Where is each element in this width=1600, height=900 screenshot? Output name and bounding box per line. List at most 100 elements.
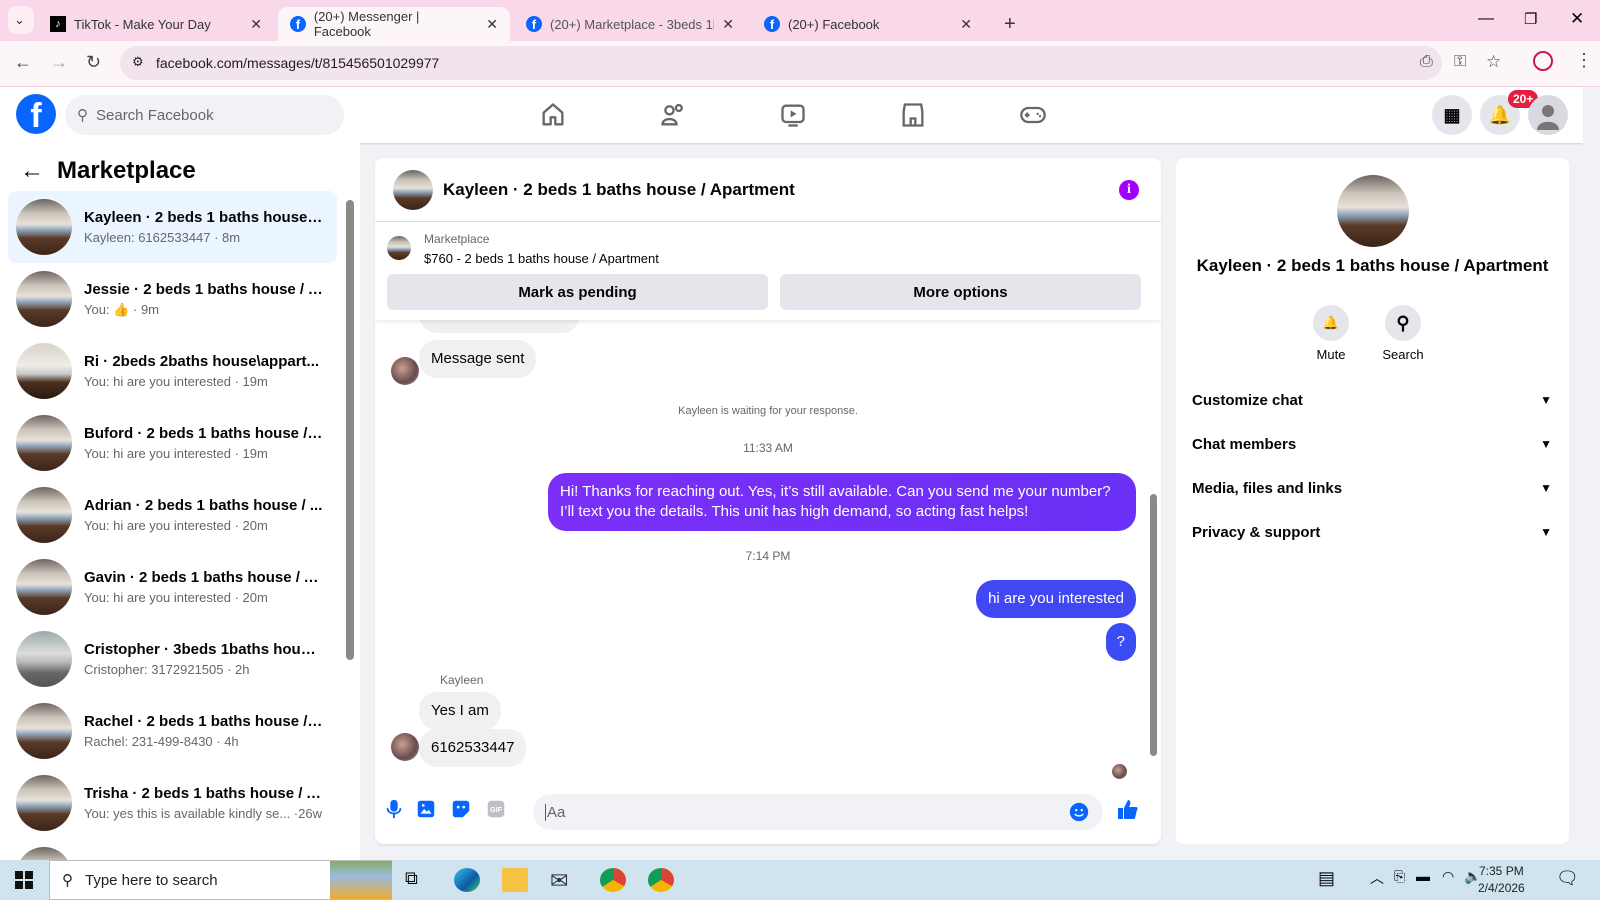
page-scrollbar[interactable] bbox=[1583, 87, 1600, 860]
conversation-item[interactable]: Buford · 2 beds 1 baths house / ... You: … bbox=[8, 407, 337, 479]
conversation-item[interactable]: Kayleen · 2 beds 1 baths house /... Kayle… bbox=[8, 191, 337, 263]
chrome-profile-icon[interactable] bbox=[648, 868, 674, 892]
new-tab-button[interactable]: + bbox=[992, 7, 1028, 41]
details-avatar[interactable] bbox=[1337, 175, 1409, 247]
install-app-icon[interactable]: ⎙ bbox=[1420, 53, 1433, 71]
clock[interactable]: 7:35 PM 2/4/2026 bbox=[1478, 863, 1525, 897]
listing-avatar bbox=[16, 343, 72, 399]
conversation-item[interactable]: Ri · 2beds 2baths house\appart... You: hi… bbox=[8, 335, 337, 407]
listing-avatar bbox=[16, 199, 72, 255]
facebook-icon: f bbox=[526, 16, 542, 32]
message-input[interactable]: Aa bbox=[533, 794, 1103, 830]
photo-icon[interactable] bbox=[415, 798, 437, 820]
conversation-name: Rachel · 2 beds 1 baths house / ... bbox=[84, 713, 324, 730]
friends-icon[interactable] bbox=[659, 101, 687, 129]
conversation-item[interactable]: Cristopher · 3beds 1baths house... Cristo… bbox=[8, 623, 337, 695]
conversation-item[interactable]: Trisha · 2 beds 1 baths house / A... You:… bbox=[8, 767, 337, 839]
listing-avatar bbox=[16, 559, 72, 615]
tab-messenger[interactable]: f (20+) Messenger | Facebook ✕ bbox=[278, 7, 510, 41]
bookmark-star-icon[interactable]: ☆ bbox=[1486, 52, 1501, 72]
grid-icon: ▦ bbox=[1443, 104, 1461, 125]
chat-scrollbar[interactable] bbox=[1150, 494, 1157, 756]
close-tab-icon[interactable]: ✕ bbox=[960, 16, 972, 33]
edge-icon[interactable] bbox=[454, 868, 480, 892]
gif-icon[interactable]: GIF bbox=[485, 798, 507, 820]
thumbs-up-icon: 👍 bbox=[113, 301, 130, 317]
chrome-icon[interactable] bbox=[600, 868, 626, 892]
show-hidden-icons-chevron[interactable]: ︿ bbox=[1370, 868, 1396, 892]
windows-taskbar: ⚲ Type here to search ⧉ ✉ ▤ ︿ ⎘ ▬ ◠ 🔈 7:3… bbox=[0, 860, 1600, 900]
customize-chat-row[interactable]: Customize chat ▼ bbox=[1192, 378, 1552, 422]
conversation-item-partial[interactable] bbox=[8, 839, 337, 860]
conversation-item[interactable]: Adrian · 2 beds 1 baths house / ... You: … bbox=[8, 479, 337, 551]
account-avatar[interactable] bbox=[1528, 95, 1568, 135]
sidebar-scrollbar[interactable] bbox=[346, 200, 354, 660]
conversation-item[interactable]: Rachel · 2 beds 1 baths house / ... Rache… bbox=[8, 695, 337, 767]
close-window-button[interactable]: ✕ bbox=[1570, 9, 1584, 29]
close-tab-icon[interactable]: ✕ bbox=[486, 16, 498, 33]
sticker-icon[interactable] bbox=[450, 798, 472, 820]
minimize-button[interactable]: — bbox=[1478, 10, 1494, 28]
listing-title[interactable]: $760 - 2 beds 1 baths house / Apartment bbox=[424, 251, 659, 266]
listing-avatar bbox=[16, 487, 72, 543]
tab-facebook[interactable]: f (20+) Facebook ✕ bbox=[752, 7, 984, 41]
back-arrow-icon[interactable]: ← bbox=[20, 157, 44, 185]
chat-avatar[interactable] bbox=[393, 169, 433, 210]
media-files-links-row[interactable]: Media, files and links ▼ bbox=[1192, 466, 1552, 510]
info-icon[interactable]: i bbox=[1119, 180, 1139, 200]
facebook-logo[interactable]: f bbox=[16, 94, 56, 134]
mark-as-pending-button[interactable]: Mark as pending bbox=[387, 274, 768, 310]
emoji-icon[interactable] bbox=[1068, 801, 1090, 823]
listing-thumbnail[interactable] bbox=[387, 236, 411, 260]
conversation-item[interactable]: Gavin · 2 beds 1 baths house / A... You: … bbox=[8, 551, 337, 623]
restore-button[interactable]: ❐ bbox=[1524, 10, 1537, 28]
site-settings-icon[interactable]: ⚙ bbox=[132, 54, 144, 70]
marketplace-icon[interactable] bbox=[899, 101, 927, 129]
notification-center-icon[interactable]: 🗨 bbox=[1556, 868, 1582, 892]
message-bubble-outgoing: Hi! Thanks for reaching out. Yes, it’s s… bbox=[548, 473, 1136, 531]
mail-icon[interactable]: ✉ bbox=[550, 868, 576, 893]
chat-panel: Kayleen · 2 beds 1 baths house / Apartme… bbox=[375, 158, 1161, 844]
sender-avatar bbox=[391, 733, 419, 761]
seen-receipt-avatar bbox=[1112, 764, 1127, 779]
battery-icon[interactable]: ▬ bbox=[1416, 868, 1442, 892]
key-icon[interactable]: ⚿ bbox=[1454, 53, 1466, 71]
message-bubble-outgoing: ? bbox=[1105, 623, 1136, 661]
section-label: Privacy & support bbox=[1192, 523, 1321, 541]
conversation-item[interactable]: Jessie · 2 beds 1 baths house / A... You:… bbox=[8, 263, 337, 335]
chat-members-row[interactable]: Chat members ▼ bbox=[1192, 422, 1552, 466]
close-tab-icon[interactable]: ✕ bbox=[722, 16, 734, 33]
profile-icon[interactable] bbox=[1533, 51, 1553, 71]
close-tab-icon[interactable]: ✕ bbox=[250, 16, 262, 33]
message-bubble-incoming: 6162533447 bbox=[419, 729, 527, 767]
privacy-support-row[interactable]: Privacy & support ▼ bbox=[1192, 510, 1552, 554]
forward-icon[interactable]: → bbox=[50, 52, 68, 73]
preview-prefix: You: bbox=[84, 301, 110, 317]
menu-grid-button[interactable]: ▦ bbox=[1432, 95, 1472, 135]
reload-icon[interactable]: ↻ bbox=[86, 52, 101, 73]
chat-title[interactable]: Kayleen · 2 beds 1 baths house / Apartme… bbox=[443, 180, 795, 200]
task-view-icon[interactable]: ⧉ bbox=[405, 868, 431, 892]
file-explorer-icon[interactable] bbox=[502, 868, 528, 892]
gaming-icon[interactable] bbox=[1019, 101, 1047, 129]
back-icon[interactable]: ← bbox=[14, 52, 32, 73]
video-icon[interactable] bbox=[779, 101, 807, 129]
microphone-icon[interactable] bbox=[383, 798, 405, 820]
taskbar-search-input[interactable]: ⚲ Type here to search bbox=[49, 860, 392, 900]
tab-tiktok[interactable]: ♪ TikTok - Make Your Day ✕ bbox=[38, 7, 274, 41]
tab-title: (20+) Facebook bbox=[788, 16, 880, 32]
tab-marketplace[interactable]: f (20+) Marketplace - 3beds 1bat ✕ bbox=[514, 7, 746, 41]
mute-button[interactable]: 🔔 Mute bbox=[1296, 305, 1366, 362]
search-input[interactable]: ⚲ Search Facebook bbox=[65, 95, 344, 135]
tab-search-button[interactable]: ⌄ bbox=[8, 6, 34, 34]
news-widget-icon[interactable]: ▤ bbox=[1318, 868, 1344, 892]
windows-start-icon[interactable] bbox=[14, 868, 34, 892]
search-conversation-button[interactable]: ⚲ Search bbox=[1368, 305, 1438, 362]
thumbs-up-icon[interactable] bbox=[1116, 798, 1140, 822]
menu-kebab-icon[interactable]: ⋮ bbox=[1575, 50, 1593, 71]
url-field[interactable]: ⚙ facebook.com/messages/t/81545650102997… bbox=[120, 46, 1501, 80]
home-icon[interactable] bbox=[539, 101, 567, 129]
conversation-preview: You: hi are you interested · 19m bbox=[84, 374, 268, 389]
listing-avatar bbox=[16, 271, 72, 327]
more-options-button[interactable]: More options bbox=[780, 274, 1141, 310]
